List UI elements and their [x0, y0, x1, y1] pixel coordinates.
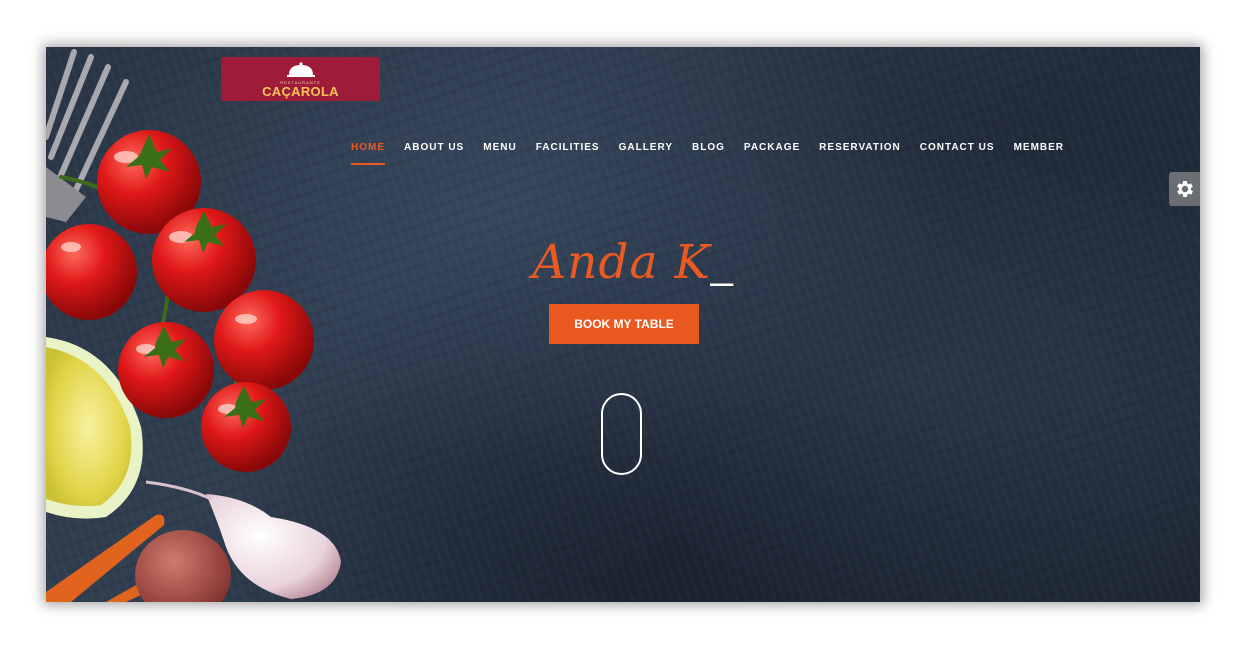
main-nav: HOME ABOUT US MENU FACILITIES GALLERY BL… [351, 142, 1064, 165]
settings-toggle[interactable] [1169, 172, 1200, 206]
food-image [46, 49, 341, 602]
nav-item-blog[interactable]: BLOG [692, 142, 725, 165]
nav-item-menu[interactable]: MENU [483, 142, 516, 165]
book-my-table-button[interactable]: BOOK MY TABLE [549, 304, 699, 344]
nav-item-package[interactable]: PACKAGE [744, 142, 800, 165]
mouse-scroll-icon[interactable] [601, 393, 642, 475]
nav-item-member[interactable]: MEMBER [1014, 142, 1064, 165]
nav-item-gallery[interactable]: GALLERY [619, 142, 673, 165]
gear-icon [1176, 181, 1193, 197]
hero-title: Anda K_ [466, 235, 800, 290]
hero-section: RESTAURANTE CAÇAROLA HOME ABOUT US MENU … [46, 47, 1200, 602]
typing-cursor: _ [710, 243, 734, 287]
nav-item-facilities[interactable]: FACILITIES [536, 142, 600, 165]
brand-logo[interactable]: RESTAURANTE CAÇAROLA [221, 57, 380, 101]
nav-item-contact-us[interactable]: CONTACT US [920, 142, 995, 165]
nav-item-reservation[interactable]: RESERVATION [819, 142, 901, 165]
cloche-icon [287, 62, 315, 77]
nav-item-about-us[interactable]: ABOUT US [404, 142, 464, 165]
nav-item-home[interactable]: HOME [351, 142, 385, 165]
hero-title-text: Anda K [532, 235, 711, 290]
brand-name: CAÇAROLA [262, 84, 339, 99]
